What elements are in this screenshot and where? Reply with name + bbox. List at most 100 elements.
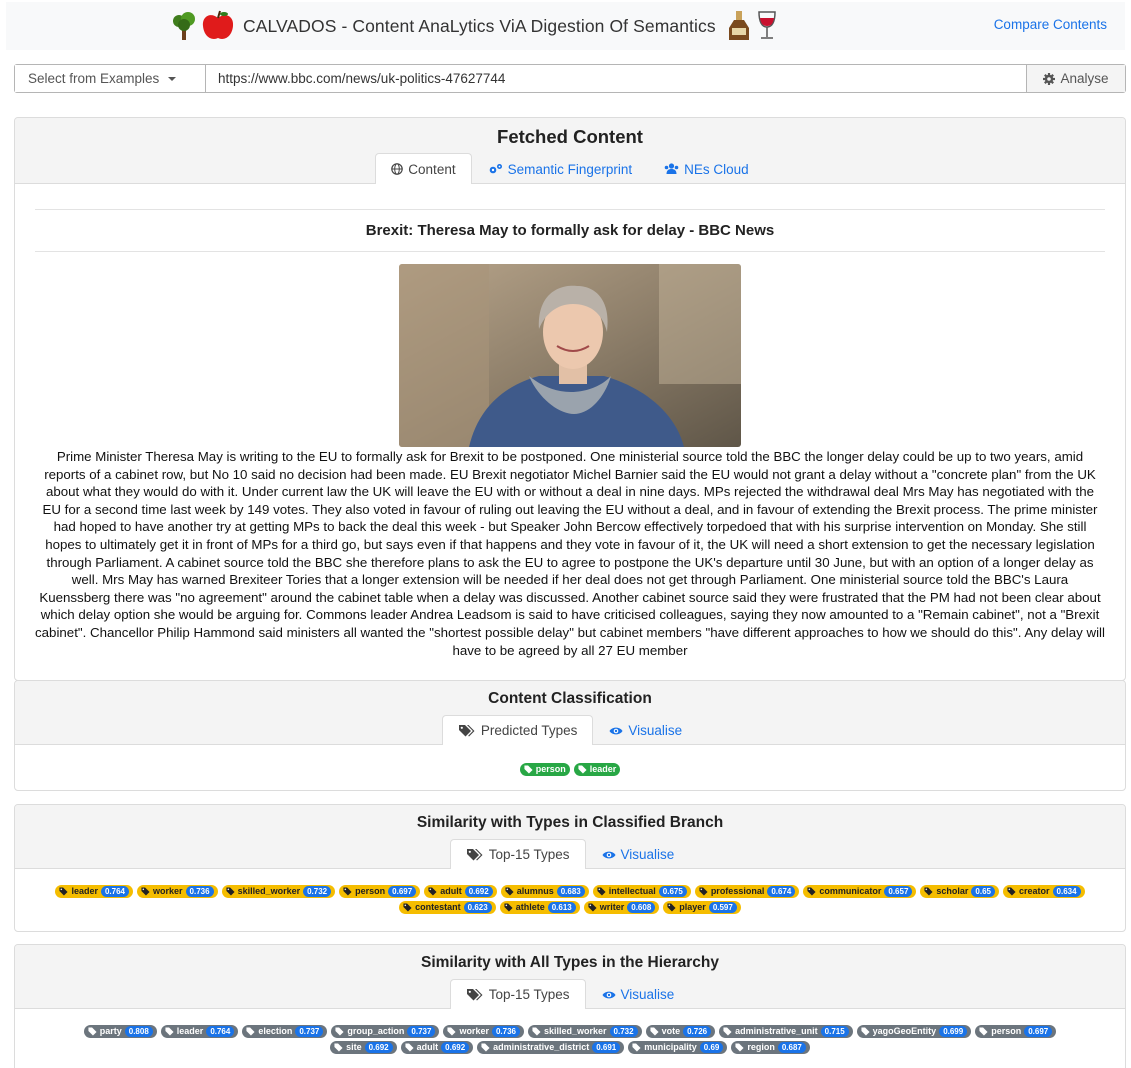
type-tag: alumnus 0.683 — [500, 885, 589, 898]
tree-icon — [173, 12, 195, 40]
type-tag: skilled_worker 0.732 — [221, 885, 336, 898]
analyse-button[interactable]: Analyse — [1026, 65, 1125, 92]
tag-label: leader — [176, 1026, 204, 1036]
globe-icon — [391, 163, 404, 175]
tab-visualise[interactable]: Visualise — [586, 979, 691, 1009]
type-tag: player 0.597 — [663, 901, 741, 914]
type-tag: person 0.697 — [975, 1025, 1057, 1038]
tag-label: adult — [416, 1042, 439, 1052]
tag-label: alumnus — [516, 886, 554, 896]
fetched-content-tabs: Content Semantic Fingerprint NEs Cloud — [15, 153, 1125, 184]
tag-icon — [723, 1027, 732, 1036]
tag-score: 0.634 — [1052, 886, 1081, 897]
similarity-branch-title: Similarity with Types in Classified Bran… — [416, 814, 724, 831]
divider — [35, 251, 1105, 252]
apple-icon — [202, 10, 234, 39]
tag-label: intellectual — [608, 886, 656, 896]
tag-score: 0.687 — [777, 1042, 806, 1053]
type-tag: scholar 0.65 — [920, 885, 999, 898]
tag-icon — [428, 887, 437, 896]
type-tag: worker 0.736 — [137, 885, 218, 898]
type-tag: leader 0.764 — [55, 885, 134, 898]
type-tag: professional 0.674 — [694, 885, 800, 898]
wine-glass-icon — [757, 11, 776, 39]
app-title: CALVADOS - Content AnaLytics ViA Digesti… — [243, 15, 716, 36]
type-tag: region 0.687 — [731, 1041, 810, 1054]
tag-score: 0.623 — [463, 902, 492, 913]
compare-contents-link[interactable]: Compare Contents — [994, 17, 1107, 32]
type-tag: administrative_district 0.691 — [477, 1041, 625, 1054]
tag-score: 0.697 — [1024, 1026, 1053, 1037]
tag-label: site — [346, 1042, 362, 1052]
tag-score: 0.726 — [683, 1026, 712, 1037]
tag-icon — [335, 1027, 344, 1036]
tag-score: 0.613 — [547, 902, 576, 913]
tag-label: vote — [661, 1026, 681, 1036]
tab-predicted-types-label: Predicted Types — [480, 723, 578, 738]
tag-icon — [226, 887, 235, 896]
tag-label: leader — [589, 764, 617, 774]
gear-icon — [1043, 72, 1056, 85]
tag-icon — [699, 887, 708, 896]
classification-title: Content Classification — [488, 690, 652, 707]
tag-label: worker — [153, 886, 183, 896]
type-tag: adult 0.692 — [424, 885, 497, 898]
similarity-branch-card: Similarity with Types in Classified Bran… — [14, 804, 1126, 932]
select-examples-dropdown[interactable]: Select from Examples — [15, 65, 206, 92]
top-navbar: CALVADOS - Content AnaLytics ViA Digesti… — [6, 2, 1125, 50]
tag-label: athlete — [515, 902, 545, 912]
type-tag: municipality 0.69 — [628, 1041, 728, 1054]
tag-icon — [588, 903, 597, 912]
tags-icon — [466, 989, 483, 1001]
eye-icon — [602, 851, 615, 858]
divider — [35, 209, 1105, 210]
tag-icon — [481, 1043, 490, 1052]
tag-score: 0.691 — [592, 1042, 621, 1053]
type-tag: writer 0.608 — [583, 901, 660, 914]
tag-label: skilled_worker — [543, 1026, 607, 1036]
tab-semantic-fingerprint[interactable]: Semantic Fingerprint — [472, 153, 649, 184]
type-tag: skilled_worker 0.732 — [527, 1025, 642, 1038]
type-tag: communicator 0.657 — [803, 885, 917, 898]
tag-score: 0.764 — [100, 886, 130, 897]
fetched-content-title: Fetched Content — [497, 126, 643, 147]
url-input[interactable] — [206, 65, 1026, 92]
tag-score: 0.69 — [699, 1042, 724, 1053]
tab-visualise[interactable]: Visualise — [586, 839, 691, 869]
tab-top-15-types[interactable]: Top-15 Types — [449, 979, 586, 1009]
similarity-all-header: Similarity with All Types in the Hierarc… — [15, 945, 1125, 1009]
tab-visualise-label: Visualise — [628, 723, 683, 738]
similarity-all-tabs: Top-15 Types Visualise — [15, 979, 1125, 1009]
tags-icon — [458, 725, 475, 737]
tab-top-15-types[interactable]: Top-15 Types — [449, 839, 586, 869]
tag-icon — [447, 1027, 456, 1036]
tag-score: 0.808 — [124, 1026, 153, 1037]
tab-nes-cloud[interactable]: NEs Cloud — [648, 153, 765, 184]
users-icon — [664, 163, 679, 174]
tab-content[interactable]: Content — [375, 153, 472, 184]
tag-label: skilled_worker — [237, 886, 301, 896]
tags-icon — [466, 849, 483, 861]
tag-label: yagoGeoEntity — [872, 1026, 937, 1036]
select-examples-label: Select from Examples — [28, 71, 160, 86]
article-image — [399, 264, 741, 447]
tab-predicted-types[interactable]: Predicted Types — [441, 715, 594, 745]
tag-score: 0.608 — [627, 902, 656, 913]
url-bar: Select from Examples Analyse — [14, 64, 1126, 93]
tag-label: administrative_unit — [735, 1026, 818, 1036]
tab-visualise[interactable]: Visualise — [593, 715, 698, 745]
tag-score: 0.692 — [441, 1042, 470, 1053]
tag-label: leader — [71, 886, 98, 896]
type-tag: adult 0.692 — [400, 1041, 474, 1054]
article-text: Prime Minister Theresa May is writing to… — [35, 449, 1105, 658]
type-tag: contestant 0.623 — [399, 901, 496, 914]
tag-score: 0.736 — [185, 886, 214, 897]
tag-score: 0.697 — [388, 886, 417, 897]
tag-icon — [334, 1043, 343, 1052]
tag-label: player — [679, 902, 706, 912]
tab-visualise-label: Visualise — [620, 847, 675, 862]
tag-label: election — [258, 1026, 293, 1036]
tag-icon — [597, 887, 606, 896]
tag-score: 0.764 — [206, 1026, 235, 1037]
tab-nes-cloud-label: NEs Cloud — [684, 161, 749, 177]
